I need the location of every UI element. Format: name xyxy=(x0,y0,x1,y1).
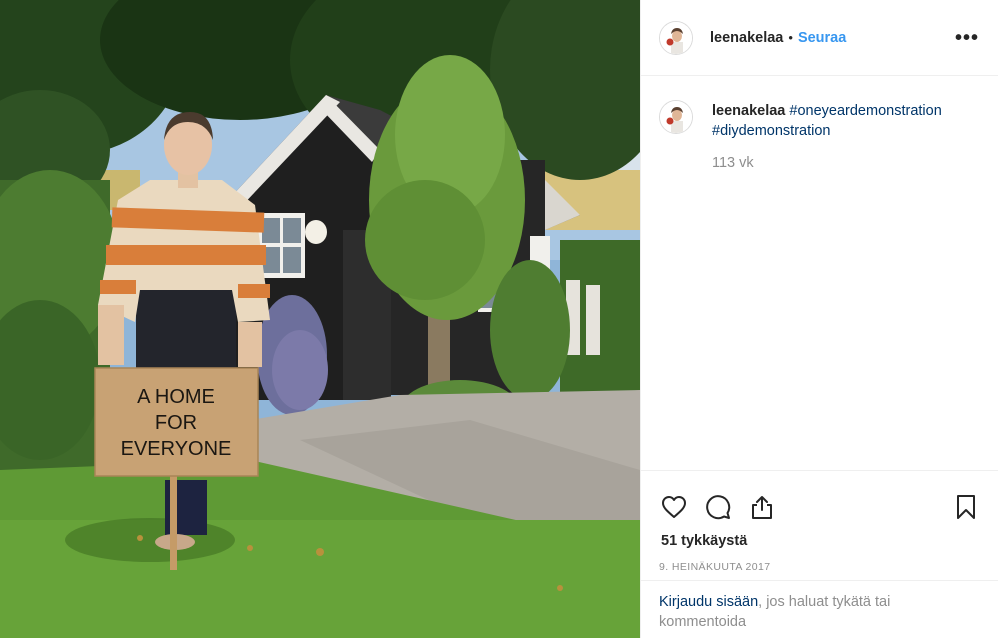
username-link[interactable]: leenakelaa xyxy=(710,30,783,46)
post-header: leenakelaa • Seuraa ••• xyxy=(641,0,998,76)
caption-time-ago[interactable]: 113 vk xyxy=(712,155,942,171)
sign-line-2: FOR xyxy=(155,412,197,434)
login-link[interactable]: Kirjaudu sisään xyxy=(659,594,758,610)
separator-dot: • xyxy=(788,30,793,45)
post-photo[interactable]: A HOME FOR EVERYONE xyxy=(0,0,640,638)
comment-icon[interactable] xyxy=(703,492,733,522)
post-side-panel: leenakelaa • Seuraa ••• leenakelaa #oney… xyxy=(640,0,998,638)
caption: leenakelaa #oneyeardemonstration #diydem… xyxy=(659,100,979,171)
login-prompt: Kirjaudu sisään, jos haluat tykätä tai k… xyxy=(641,580,998,638)
avatar[interactable] xyxy=(659,20,693,55)
caption-text: leenakelaa #oneyeardemonstration #diydem… xyxy=(712,101,942,141)
sign-line-3: EVERYONE xyxy=(121,438,232,460)
follow-button[interactable]: Seuraa xyxy=(798,30,846,46)
action-bar xyxy=(641,471,998,529)
heart-icon[interactable] xyxy=(659,492,689,522)
more-icon[interactable]: ••• xyxy=(955,28,979,48)
like-count[interactable]: 51 tykkäystä xyxy=(641,529,998,549)
hashtag-link[interactable]: #oneyeardemonstration xyxy=(789,103,941,119)
bookmark-icon[interactable] xyxy=(951,492,981,522)
caption-username[interactable]: leenakelaa xyxy=(712,103,785,119)
share-icon[interactable] xyxy=(747,492,777,522)
post-actions-section: 51 tykkäystä 9. HEINÄKUUTA 2017 xyxy=(641,470,998,573)
caption-avatar[interactable] xyxy=(659,100,693,134)
sign-line-1: A HOME xyxy=(137,386,215,408)
post-date[interactable]: 9. HEINÄKUUTA 2017 xyxy=(641,549,998,573)
hashtag-link[interactable]: #diydemonstration xyxy=(712,123,831,139)
caption-body: leenakelaa #oneyeardemonstration #diydem… xyxy=(712,101,942,171)
